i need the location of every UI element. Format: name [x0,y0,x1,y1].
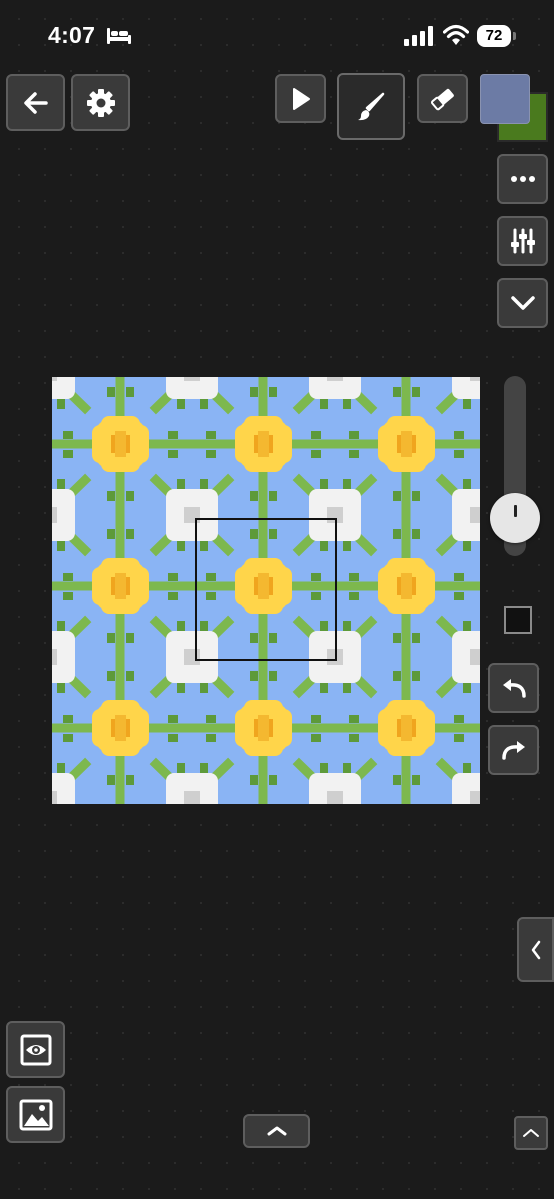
battery-level: 72 [485,27,503,44]
eraser-icon [430,88,454,110]
more-icon [510,176,535,182]
size-slider-knob[interactable] [490,492,540,543]
back-arrow-icon [23,91,48,114]
expand-up-chevron-icon [267,1126,286,1136]
corner-up-chevron-icon [523,1129,539,1137]
preview-button[interactable] [6,1021,65,1078]
battery-nub [513,32,516,40]
wifi-icon [443,24,469,45]
image-button[interactable] [6,1086,65,1143]
expand-bottom-panel-button[interactable] [243,1114,310,1148]
brush-tool-button[interactable] [337,73,405,140]
select-pointer-icon [292,87,310,110]
chevron-down-icon [510,296,535,310]
brush-icon [358,92,385,120]
settings-gear-icon [86,88,115,117]
status-time: 4:07 [48,22,96,48]
redo-button[interactable] [488,725,539,775]
drawing-canvas[interactable] [52,377,480,804]
cellular-signal-icon [404,26,433,46]
collapse-panel-button[interactable] [497,278,548,328]
image-gallery-icon [19,1099,52,1130]
battery-icon: 72 [477,25,511,47]
eraser-tool-button[interactable] [417,74,468,123]
preview-eye-icon [20,1034,51,1065]
pixel-art-pattern [52,377,480,804]
settings-button[interactable] [71,74,130,131]
canvas-fill [52,377,480,804]
collapse-left-chevron-icon [531,940,540,959]
undo-button[interactable] [488,663,539,713]
back-button[interactable] [6,74,65,131]
opacity-preview-box[interactable] [504,606,532,634]
more-options-button[interactable] [497,154,548,204]
bed-icon [107,28,131,44]
status-bar: 4:07 72 [0,0,554,72]
select-tool-button[interactable] [275,74,326,123]
adjustments-button[interactable] [497,216,548,266]
redo-icon [501,741,525,760]
undo-icon [502,679,526,698]
corner-expand-button[interactable] [514,1116,548,1150]
side-panel-toggle[interactable] [517,917,554,982]
primary-color-swatch[interactable] [480,74,530,124]
adjust-sliders-icon [510,228,535,254]
